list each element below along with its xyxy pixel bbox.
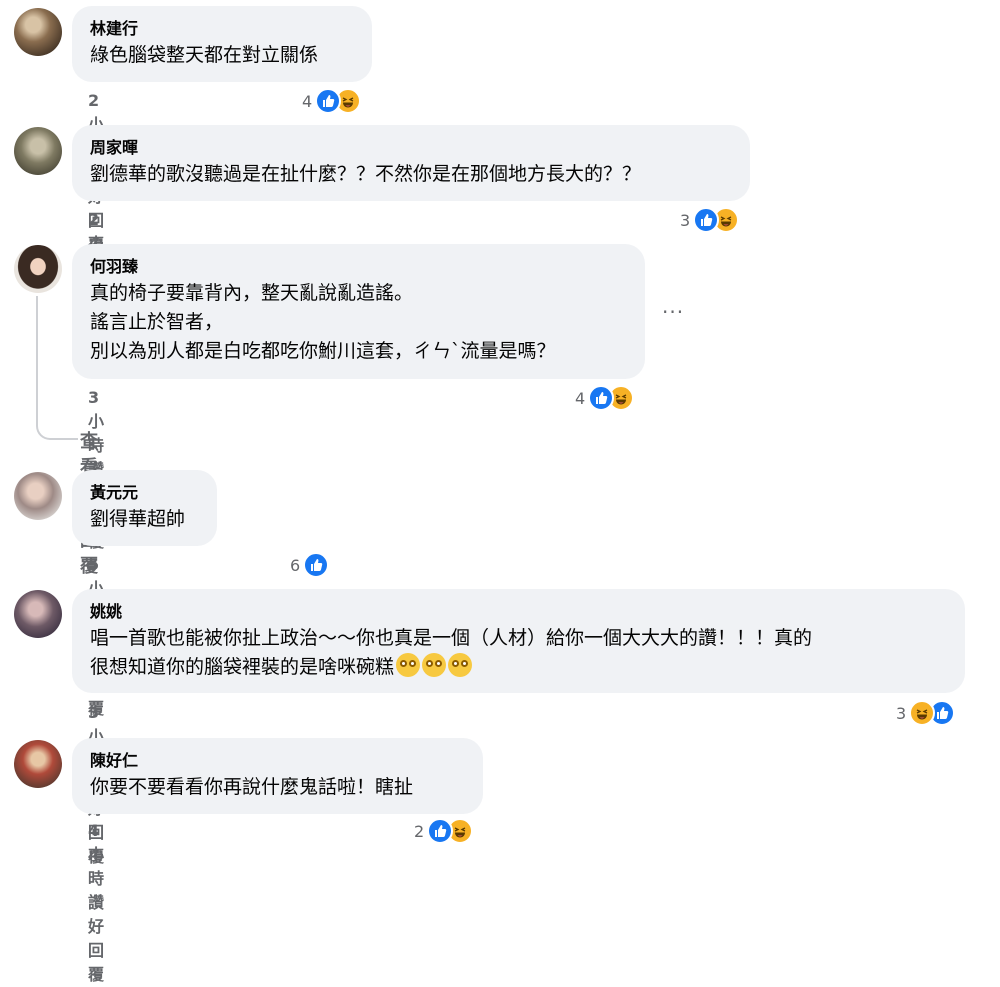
comment-text-line: 唱一首歌也能被你扯上政治～～你也真是一個（人材）給你一個大大大的讚！！！真的: [90, 627, 813, 649]
comment-bubble: 何羽臻 真的椅子要靠背內，整天亂說亂造謠。 謠言止於智者， 別以為別人都是白吃都…: [72, 244, 645, 379]
comment-actions: 5小時讚好回覆: [88, 553, 128, 718]
reaction-summary[interactable]: 4: [575, 384, 635, 412]
like-icon: [427, 818, 454, 844]
comment-text: 劉德華的歌沒聽過是在扯什麼？？不然你是在那個地方長大的？？: [90, 163, 642, 185]
comment-text-line: 真的椅子要靠背內，整天亂說亂造謠。: [90, 282, 414, 304]
comment-actions: 3小時讚好回覆: [88, 386, 128, 551]
comment-text-line: 很想知道你的腦袋裡裝的是啥咪碗糕: [90, 653, 947, 682]
like-icon: [588, 385, 615, 411]
reaction-count: 6: [290, 555, 301, 575]
comment-author[interactable]: 何羽臻: [90, 257, 627, 277]
like-button[interactable]: 讚好: [88, 891, 104, 939]
reaction-summary[interactable]: 6: [290, 551, 330, 579]
monocle-face-emoji: [396, 653, 421, 677]
comment-actions: 2小時讚好回覆: [88, 89, 128, 254]
comment-text-line: 別以為別人都是白吃都吃你鮒川這套，ㄔㄣˋ流量是嗎？: [90, 340, 556, 362]
reaction-count: 3: [680, 210, 691, 230]
comment-bubble: 林建行 綠色腦袋整天都在對立關係: [72, 6, 372, 82]
avatar[interactable]: [14, 590, 62, 638]
like-icon: [693, 207, 720, 233]
comment-actions: 2小時讚好回覆: [88, 208, 128, 373]
reaction-count: 3: [896, 703, 907, 723]
comment-text: 劉得華超帥: [90, 508, 186, 530]
comment-author[interactable]: 林建行: [90, 19, 354, 39]
avatar[interactable]: [14, 245, 62, 293]
comment-bubble: 周家暉 劉德華的歌沒聽過是在扯什麼？？不然你是在那個地方長大的？？: [72, 125, 750, 201]
comment-author[interactable]: 周家暉: [90, 138, 732, 158]
comment-bubble: 黃元元 劉得華超帥: [72, 470, 217, 546]
more-options-icon[interactable]: ···: [662, 300, 684, 324]
reaction-summary[interactable]: 3: [896, 699, 956, 727]
avatar[interactable]: [14, 740, 62, 788]
comment-author[interactable]: 黃元元: [90, 483, 199, 503]
avatar[interactable]: [14, 472, 62, 520]
monocle-face-emoji: [422, 653, 447, 677]
comment-author[interactable]: 陳好仁: [90, 751, 465, 771]
reaction-count: 4: [302, 91, 313, 111]
reaction-count: 2: [414, 821, 425, 841]
reaction-summary[interactable]: 2: [414, 817, 474, 845]
reaction-summary[interactable]: 3: [680, 206, 740, 234]
comment-time[interactable]: 4小時: [88, 819, 104, 891]
comment-actions: 4小時讚好回覆: [88, 819, 128, 984]
comment-actions: 3小時讚好回覆: [88, 701, 128, 866]
comment-text: 綠色腦袋整天都在對立關係: [90, 44, 319, 66]
reaction-count: 4: [575, 388, 586, 408]
comment-text: 你要不要看看你再說什麼鬼話啦！瞎扯: [90, 776, 414, 798]
like-icon: [303, 552, 330, 578]
comment-bubble: 姚姚 唱一首歌也能被你扯上政治～～你也真是一個（人材）給你一個大大大的讚！！！真…: [72, 589, 965, 693]
reaction-summary[interactable]: 4: [302, 87, 362, 115]
reply-button[interactable]: 回覆: [88, 939, 104, 987]
monocle-face-emoji: [448, 653, 473, 677]
comment-text-line: 謠言止於智者，: [90, 311, 224, 333]
like-icon: [315, 88, 342, 114]
avatar[interactable]: [14, 8, 62, 56]
avatar[interactable]: [14, 127, 62, 175]
comment-text-fragment: 很想知道你的腦袋裡裝的是啥咪碗糕: [90, 656, 395, 678]
comment-author[interactable]: 姚姚: [90, 602, 947, 622]
haha-icon: [909, 700, 936, 726]
comment-bubble: 陳好仁 你要不要看看你再說什麼鬼話啦！瞎扯: [72, 738, 483, 814]
